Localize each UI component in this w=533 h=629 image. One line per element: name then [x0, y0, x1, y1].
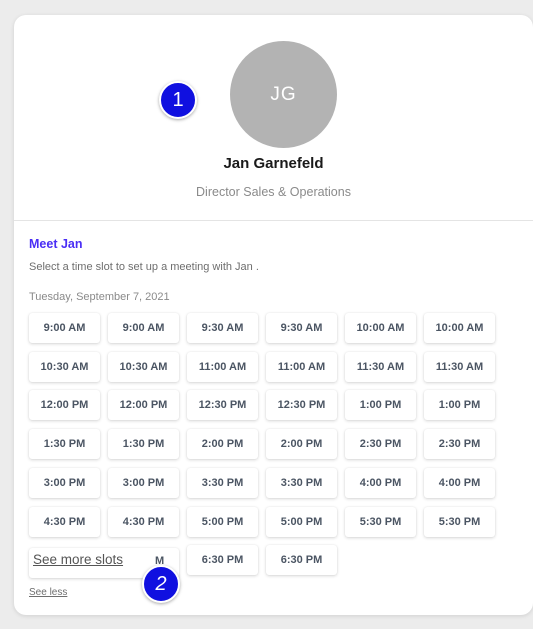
- time-slot-button[interactable]: 1:30 PM: [108, 429, 179, 460]
- annotation-badge-1: 1: [159, 81, 197, 119]
- time-slot-button[interactable]: 2:30 PM: [345, 429, 416, 460]
- time-slot-button[interactable]: 10:30 AM: [108, 351, 179, 382]
- time-slot-button[interactable]: 5:30 PM: [424, 506, 495, 537]
- time-slot-button[interactable]: 12:30 PM: [187, 390, 258, 421]
- time-slot-button[interactable]: 11:30 AM: [345, 351, 416, 382]
- time-slot-button[interactable]: 3:30 PM: [266, 467, 337, 498]
- profile-card: JG Jan Garnefeld Director Sales & Operat…: [14, 15, 533, 615]
- time-slot-button[interactable]: 12:30 PM: [266, 390, 337, 421]
- time-slot-button[interactable]: 11:30 AM: [424, 351, 495, 382]
- profile-name: Jan Garnefeld: [223, 155, 324, 172]
- time-slot-button[interactable]: 6:30 PM: [266, 545, 337, 576]
- time-slot-button[interactable]: 9:30 AM: [187, 313, 258, 343]
- time-slot-button[interactable]: 10:00 AM: [345, 313, 416, 343]
- date-label: Tuesday, September 7, 2021: [29, 291, 170, 303]
- time-slot-button[interactable]: 10:30 AM: [29, 351, 100, 382]
- time-slot-button[interactable]: 10:00 AM: [424, 313, 495, 343]
- time-slot-button[interactable]: 2:30 PM: [424, 429, 495, 460]
- time-slot-button[interactable]: 9:00 AM: [29, 313, 100, 343]
- time-slot-button[interactable]: 2:00 PM: [187, 429, 258, 460]
- see-more-slots-link[interactable]: See more slots: [31, 552, 126, 567]
- meet-heading: Meet Jan: [29, 237, 83, 251]
- time-slot-button[interactable]: 4:30 PM: [108, 506, 179, 537]
- divider: [14, 220, 533, 221]
- time-slot-button[interactable]: 9:30 AM: [266, 313, 337, 343]
- time-slot-button[interactable]: 1:00 PM: [424, 390, 495, 421]
- avatar-initials: JG: [270, 83, 297, 105]
- time-slot-button[interactable]: 4:30 PM: [29, 506, 100, 537]
- profile-title: Director Sales & Operations: [196, 185, 351, 199]
- time-slot-button[interactable]: 2:00 PM: [266, 429, 337, 460]
- time-slot-button[interactable]: 3:30 PM: [187, 467, 258, 498]
- time-slot-button[interactable]: 12:00 PM: [29, 390, 100, 421]
- time-slot-button[interactable]: 4:00 PM: [345, 467, 416, 498]
- annotation-badge-2: 2: [142, 565, 180, 603]
- avatar: JG: [230, 41, 337, 148]
- time-slot-button[interactable]: 1:00 PM: [345, 390, 416, 421]
- time-slot-button[interactable]: 5:00 PM: [187, 506, 258, 537]
- time-slot-button[interactable]: 1:30 PM: [29, 429, 100, 460]
- time-slot-button[interactable]: 9:00 AM: [108, 313, 179, 343]
- time-slot-button[interactable]: 11:00 AM: [187, 351, 258, 382]
- time-slot-button[interactable]: 4:00 PM: [424, 467, 495, 498]
- time-slot-button[interactable]: 6:30 PM: [187, 545, 258, 576]
- see-less-link[interactable]: See less: [29, 587, 67, 598]
- instruction-text: Select a time slot to set up a meeting w…: [29, 261, 259, 273]
- time-slot-button[interactable]: 3:00 PM: [29, 467, 100, 498]
- time-slot-button[interactable]: 5:00 PM: [266, 506, 337, 537]
- time-slot-button[interactable]: 5:30 PM: [345, 506, 416, 537]
- time-slot-button[interactable]: 3:00 PM: [108, 467, 179, 498]
- time-slot-button[interactable]: 11:00 AM: [266, 351, 337, 382]
- time-slot-button[interactable]: 12:00 PM: [108, 390, 179, 421]
